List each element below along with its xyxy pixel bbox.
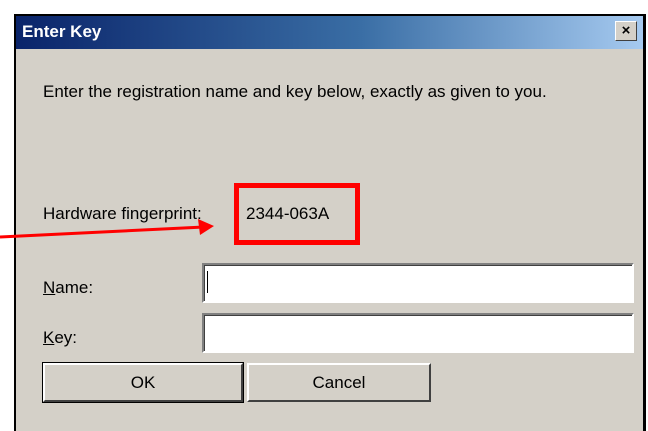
arrow-line <box>0 225 205 239</box>
annotation-arrow <box>0 219 214 239</box>
arrow-head-icon <box>198 219 214 235</box>
